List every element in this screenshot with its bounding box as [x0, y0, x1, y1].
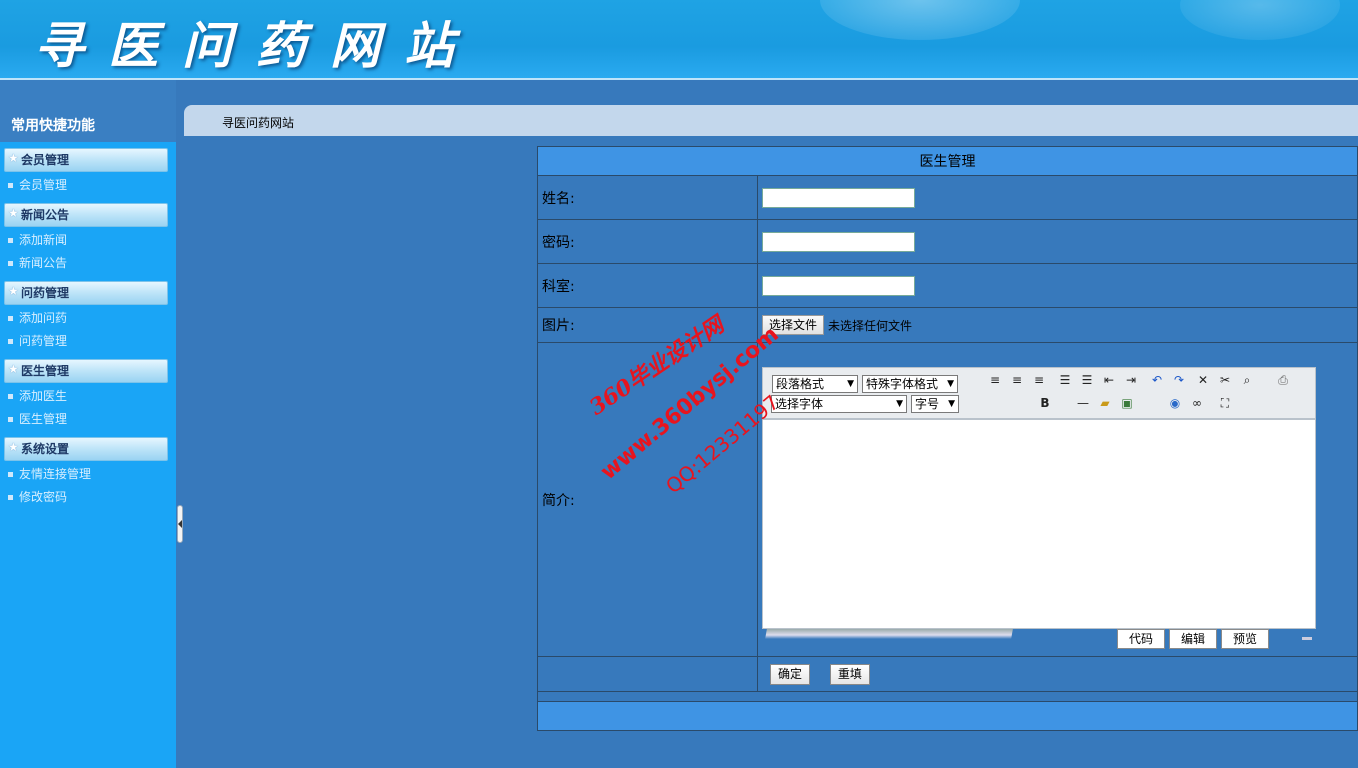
sidebar-item-label: 添加医生 [19, 389, 68, 403]
star-icon: ★ [8, 284, 19, 298]
sidebar-group-settings[interactable]: ★ 系统设置 [4, 437, 168, 461]
name-label: 姓名: [537, 175, 758, 220]
sidebar-item-label: 添加问药 [19, 311, 68, 325]
bullet-icon [8, 417, 13, 422]
sidebar-item-add-medicine[interactable]: 添加问药 [0, 307, 176, 330]
find-icon[interactable]: ⌕ [1239, 372, 1255, 388]
special-font-select[interactable]: 特殊字体格式 [862, 375, 958, 393]
bullet-icon [8, 339, 13, 344]
editor-resize-grip[interactable] [1302, 637, 1312, 640]
fullscreen-icon[interactable]: ⛶ [1217, 395, 1233, 411]
site-title: 寻医问药网站 [34, 16, 478, 75]
sidebar-item-medicine-manage[interactable]: 问药管理 [0, 330, 176, 353]
star-icon: ★ [8, 206, 19, 220]
sidebar-item-doctor-manage[interactable]: 医生管理 [0, 408, 176, 431]
file-status: 未选择任何文件 [828, 318, 913, 333]
sidebar-item-label: 添加新闻 [19, 233, 68, 247]
empty-label [537, 656, 758, 692]
sidebar-item-member-manage[interactable]: 会员管理 [0, 174, 176, 197]
font-family-select[interactable]: 选择字体 [771, 395, 907, 413]
star-icon: ★ [8, 440, 19, 454]
form-title: 医生管理 [537, 146, 1358, 176]
sidebar-item-label: 修改密码 [19, 490, 68, 504]
sidebar-group-news[interactable]: ★ 新闻公告 [4, 203, 168, 227]
sidebar-group-label: 系统设置 [21, 442, 70, 456]
preview-mode-button[interactable]: 预览 [1221, 629, 1269, 649]
bullet-icon [8, 238, 13, 243]
link-icon[interactable]: ∞ [1189, 395, 1205, 411]
bullet-icon [8, 495, 13, 500]
reset-button[interactable]: 重填 [829, 663, 870, 685]
breadcrumb: 寻医问药网站 [184, 105, 1358, 136]
horizontal-rule-icon[interactable]: — [1075, 395, 1091, 411]
password-label: 密码: [537, 219, 758, 264]
breadcrumb-text: 寻医问药网站 [222, 116, 295, 130]
align-right-icon[interactable]: ≡ [1031, 372, 1047, 388]
sidebar-collapse-handle[interactable] [177, 505, 183, 543]
bullet-icon [8, 394, 13, 399]
sidebar-item-add-doctor[interactable]: 添加医生 [0, 385, 176, 408]
bullet-icon [8, 261, 13, 266]
form-footer-bar [537, 701, 1358, 731]
insert-image-icon[interactable]: ▣ [1119, 395, 1135, 411]
sidebar-item-news-list[interactable]: 新闻公告 [0, 252, 176, 275]
sidebar-item-links-manage[interactable]: 友情连接管理 [0, 463, 176, 486]
edit-mode-button[interactable]: 编辑 [1169, 629, 1217, 649]
star-icon: ★ [8, 151, 19, 165]
editor-shadow [765, 629, 1013, 639]
header-banner: 寻医问药网站 [0, 0, 1358, 80]
outdent-icon[interactable]: ⇤ [1101, 372, 1117, 388]
sidebar-group-label: 医生管理 [21, 364, 70, 378]
rich-text-editor: 段落格式 特殊字体格式 选择字体 字号 ≡ ≡ ≡ ☰ ☰ ⇤ ⇥ ↶ ↷ ✕ … [762, 367, 1316, 649]
header-glow [820, 0, 1020, 40]
editor-toolbar: 段落格式 特殊字体格式 选择字体 字号 ≡ ≡ ≡ ☰ ☰ ⇤ ⇥ ↶ ↷ ✕ … [762, 367, 1316, 419]
sidebar-group-members[interactable]: ★ 会员管理 [4, 148, 168, 172]
cut-icon[interactable]: ✂ [1217, 372, 1233, 388]
undo-icon[interactable]: ↶ [1149, 372, 1165, 388]
sidebar-item-add-news[interactable]: 添加新闻 [0, 229, 176, 252]
bullet-icon [8, 472, 13, 477]
department-label: 科室: [537, 263, 758, 308]
indent-icon[interactable]: ⇥ [1123, 372, 1139, 388]
sidebar-item-label: 会员管理 [19, 178, 68, 192]
bullet-icon [8, 183, 13, 188]
font-size-select[interactable]: 字号 [911, 395, 959, 413]
redo-icon[interactable]: ↷ [1171, 372, 1187, 388]
department-input[interactable] [762, 275, 915, 296]
name-input[interactable] [762, 187, 915, 208]
sidebar-item-label: 医生管理 [19, 412, 68, 426]
remove-format-icon[interactable]: ✕ [1195, 372, 1211, 388]
editor-content-area[interactable] [762, 419, 1316, 629]
password-input[interactable] [762, 231, 915, 252]
bullet-icon [8, 316, 13, 321]
sidebar-item-change-password[interactable]: 修改密码 [0, 486, 176, 509]
sidebar-title: 常用快捷功能 [0, 80, 176, 142]
sidebar-group-doctors[interactable]: ★ 医生管理 [4, 359, 168, 383]
sidebar-group-label: 问药管理 [21, 286, 70, 300]
paragraph-format-select[interactable]: 段落格式 [772, 375, 858, 393]
sidebar-item-label: 问药管理 [19, 334, 68, 348]
sidebar-item-label: 友情连接管理 [19, 467, 92, 481]
code-mode-button[interactable]: 代码 [1117, 629, 1165, 649]
header-glow [1180, 0, 1340, 40]
sidebar-group-label: 会员管理 [21, 153, 70, 167]
folder-icon[interactable]: ▰ [1097, 395, 1113, 411]
star-icon: ★ [8, 362, 19, 376]
sidebar-group-medicine[interactable]: ★ 问药管理 [4, 281, 168, 305]
align-left-icon[interactable]: ≡ [987, 372, 1003, 388]
sidebar: 常用快捷功能 ★ 会员管理 会员管理 ★ 新闻公告 添加新闻 新闻公告 ★ 问药管理 … [0, 80, 176, 768]
flash-icon[interactable]: ◉ [1167, 395, 1183, 411]
ordered-list-icon[interactable]: ☰ [1079, 372, 1095, 388]
align-center-icon[interactable]: ≡ [1009, 372, 1025, 388]
print-icon[interactable]: ⎙ [1275, 372, 1291, 388]
sidebar-item-label: 新闻公告 [19, 256, 68, 270]
submit-button[interactable]: 确定 [770, 663, 811, 685]
unordered-list-icon[interactable]: ☰ [1057, 372, 1073, 388]
spacer-row [537, 691, 1358, 702]
sidebar-group-label: 新闻公告 [21, 208, 70, 222]
bold-icon[interactable]: B [1037, 395, 1053, 411]
